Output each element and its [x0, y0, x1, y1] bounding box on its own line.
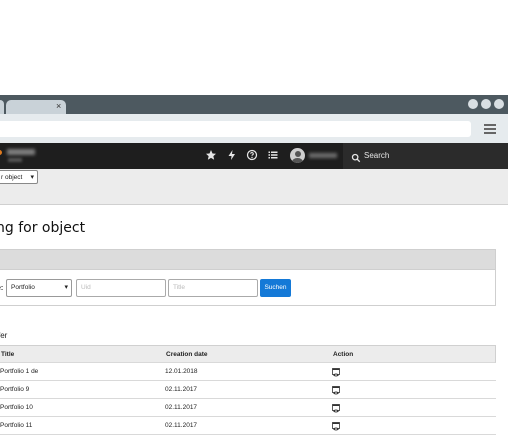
window-minimize-button[interactable] [468, 99, 478, 109]
view-icon[interactable] [332, 421, 340, 431]
avatar[interactable] [290, 148, 305, 163]
view-icon[interactable] [332, 367, 340, 377]
row-date: 02.11.2017 [165, 386, 198, 393]
type-select[interactable]: Portfolio ▾ [6, 279, 72, 297]
tab-close-icon[interactable]: × [56, 102, 61, 111]
search-submit-button[interactable]: Suchen [260, 279, 291, 297]
window-close-button[interactable] [494, 99, 504, 109]
browser-tab-bar [0, 95, 508, 114]
context-select[interactable]: r object ▾ [0, 170, 38, 184]
uid-input[interactable]: Uid [76, 279, 166, 297]
list-icon[interactable] [266, 149, 280, 163]
search-label[interactable]: Search [364, 151, 389, 161]
view-icon[interactable] [332, 403, 340, 413]
row-date: 02.11.2017 [165, 404, 198, 411]
row-title: Portfolio 10 [0, 404, 33, 411]
chevron-down-icon: ▾ [64, 284, 68, 291]
star-icon[interactable] [204, 149, 218, 163]
browser-tab-previous[interactable] [0, 100, 4, 114]
logo-subtext [8, 158, 22, 162]
table-header-row: Title Creation date Action [0, 345, 496, 363]
results-heading: fer [0, 331, 8, 340]
title-input-placeholder: Title [173, 284, 186, 291]
view-icon[interactable] [332, 385, 340, 395]
column-header-title[interactable]: Title [1, 346, 14, 364]
type-select-value: Portfolio [11, 284, 35, 291]
page-title: ng for object [0, 220, 86, 236]
title-input[interactable]: Title [168, 279, 258, 297]
table-row: Portfolio 1 de 12.01.2018 [0, 363, 496, 381]
results-table: Title Creation date Action Portfolio 1 d… [0, 345, 496, 435]
browser-menu-icon[interactable] [484, 124, 496, 134]
search-icon[interactable] [351, 150, 361, 163]
table-row: Portfolio 9 02.11.2017 [0, 381, 496, 399]
row-title: Portfolio 9 [0, 386, 30, 393]
username[interactable] [309, 153, 337, 158]
type-filter-label: e: [0, 285, 4, 292]
uid-input-placeholder: Uid [81, 284, 91, 291]
row-title: Portfolio 11 [0, 422, 33, 429]
row-date: 02.11.2017 [165, 422, 198, 429]
help-icon[interactable] [245, 149, 259, 163]
context-bar [0, 169, 508, 205]
logo-text [7, 149, 35, 155]
lightning-icon[interactable] [225, 149, 239, 163]
address-bar[interactable] [0, 121, 471, 137]
chevron-down-icon: ▾ [30, 174, 34, 181]
column-header-action: Action [333, 351, 354, 358]
row-title: Portfolio 1 de [0, 368, 39, 375]
table-row: Portfolio 11 02.11.2017 [0, 417, 496, 435]
filter-panel-header [0, 249, 496, 270]
table-row: Portfolio 10 02.11.2017 [0, 399, 496, 417]
row-date: 12.01.2018 [165, 368, 198, 375]
column-header-creation-date[interactable]: Creation date [166, 346, 208, 364]
context-select-value: r object [1, 174, 23, 181]
window-maximize-button[interactable] [481, 99, 491, 109]
